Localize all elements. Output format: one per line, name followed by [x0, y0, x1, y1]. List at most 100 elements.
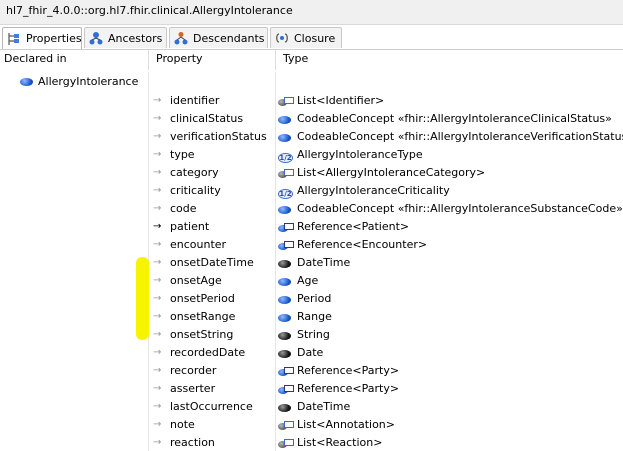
property-name: onsetPeriod: [170, 292, 235, 305]
window-titlebar: hl7_fhir_4.0.0::org.hl7.fhir.clinical.Al…: [0, 0, 623, 25]
table-row[interactable]: → onsetRange Range: [152, 308, 622, 325]
property-type: Period: [297, 292, 332, 305]
primitive-icon: [278, 330, 294, 340]
table-row[interactable]: → clinicalStatus CodeableConcept «fhir::Al…: [152, 110, 622, 127]
arrow-icon: →: [153, 113, 162, 124]
class-icon: [278, 114, 294, 124]
arrow-icon: →: [153, 257, 162, 268]
arrow-icon: →: [153, 329, 162, 340]
table-row[interactable]: → asserter Reference<Party>: [152, 380, 622, 397]
ancestors-icon: [89, 31, 103, 45]
arrow-icon: →: [153, 401, 162, 412]
properties-icon: [7, 32, 21, 46]
column-divider[interactable]: [275, 50, 276, 70]
property-type: Reference<Party>: [297, 382, 400, 395]
column-header-type[interactable]: Type: [283, 52, 308, 72]
table-row[interactable]: → criticality 1/2 AllergyIntoleranceCritica…: [152, 182, 622, 199]
table-row[interactable]: → recorder Reference<Party>: [152, 362, 622, 379]
arrow-icon: →: [153, 131, 162, 142]
property-type: List<AllergyIntoleranceCategory>: [297, 166, 486, 179]
property-name: recordedDate: [170, 346, 246, 359]
property-name: asserter: [170, 382, 216, 395]
table-row[interactable]: → note List<Annotation>: [152, 416, 622, 433]
descendants-icon: [174, 31, 188, 45]
window-title: hl7_fhir_4.0.0::org.hl7.fhir.clinical.Al…: [6, 4, 293, 17]
tab-properties[interactable]: Properties: [2, 27, 82, 49]
tab-bar: Properties Ancestors Descendants Closure: [0, 27, 623, 50]
tab-descendants[interactable]: Descendants: [169, 27, 268, 48]
arrow-icon: →: [153, 221, 162, 232]
table-row[interactable]: → onsetString String: [152, 326, 622, 343]
property-type: Reference<Patient>: [297, 220, 410, 233]
property-name: onsetDateTime: [170, 256, 254, 269]
arrow-icon: →: [153, 149, 162, 160]
tab-properties-label: Properties: [26, 32, 82, 45]
property-name: category: [170, 166, 219, 179]
reference-icon: [278, 222, 294, 232]
table-row[interactable]: → lastOccurrence DateTime: [152, 398, 622, 415]
list-arrow-icon: →: [153, 419, 161, 430]
tab-closure[interactable]: Closure: [270, 27, 342, 48]
arrow-icon: →: [153, 185, 162, 196]
table-row[interactable]: → reaction List<Reaction>: [152, 434, 622, 451]
property-name: onsetRange: [170, 310, 236, 323]
list-arrow-icon: →: [153, 437, 161, 448]
table-row[interactable]: → onsetAge Age: [152, 272, 622, 289]
enum-icon: 1/2: [278, 153, 293, 163]
property-type: CodeableConcept «fhir::AllergyIntoleranc…: [297, 202, 623, 215]
property-name: type: [170, 148, 195, 161]
list-icon: [278, 96, 294, 106]
arrow-icon: →: [153, 293, 162, 304]
property-name: lastOccurrence: [170, 400, 253, 413]
column-header-property[interactable]: Property: [156, 52, 203, 72]
class-icon: [278, 132, 294, 142]
reference-icon: [278, 384, 294, 394]
property-type: Age: [297, 274, 319, 287]
primitive-icon: [278, 402, 294, 412]
list-icon: [278, 438, 294, 448]
primitive-icon: [278, 348, 294, 358]
table-row[interactable]: → onsetDateTime DateTime: [152, 254, 622, 271]
property-type: DateTime: [297, 400, 351, 413]
table-row[interactable]: → identifier List<Identifier>: [152, 92, 622, 109]
property-type: DateTime: [297, 256, 351, 269]
tab-ancestors[interactable]: Ancestors: [84, 27, 167, 48]
property-type: Reference<Encounter>: [297, 238, 428, 251]
arrow-icon: →: [153, 383, 162, 394]
class-icon: [278, 312, 294, 322]
arrow-icon: →: [153, 311, 162, 322]
tab-closure-label: Closure: [294, 31, 336, 45]
arrow-icon: →: [153, 239, 162, 250]
primitive-icon: [278, 258, 294, 268]
property-type: CodeableConcept «fhir::AllergyIntoleranc…: [297, 130, 623, 143]
table-row[interactable]: → patient Reference<Patient>: [152, 218, 622, 235]
property-name: recorder: [170, 364, 217, 377]
column-divider[interactable]: [148, 50, 149, 70]
property-name: encounter: [170, 238, 227, 251]
property-name: code: [170, 202, 197, 215]
property-type: List<Identifier>: [297, 94, 385, 107]
property-name: identifier: [170, 94, 220, 107]
declared-in-item[interactable]: AllergyIntolerance: [20, 75, 138, 88]
list-arrow-icon: →: [153, 95, 161, 106]
tab-ancestors-label: Ancestors: [108, 31, 163, 45]
list-arrow-icon: →: [153, 167, 161, 178]
table-row[interactable]: → encounter Reference<Encounter>: [152, 236, 622, 253]
property-name: verificationStatus: [170, 130, 267, 143]
reference-icon: [278, 240, 294, 250]
property-type: List<Reaction>: [297, 436, 383, 449]
list-icon: [278, 168, 294, 178]
table-row[interactable]: → code CodeableConcept «fhir::AllergyIntol…: [152, 200, 623, 217]
column-header-declared-in[interactable]: Declared in: [4, 52, 67, 72]
table-row[interactable]: → recordedDate Date: [152, 344, 622, 361]
property-type: Date: [297, 346, 324, 359]
table-row[interactable]: → onsetPeriod Period: [152, 290, 622, 307]
closure-icon: [275, 31, 289, 45]
arrow-icon: →: [153, 365, 162, 376]
table-row[interactable]: → verificationStatus CodeableConcept «fhir…: [152, 128, 623, 145]
table-row[interactable]: → type 1/2 AllergyIntoleranceType: [152, 146, 622, 163]
class-icon: [20, 77, 33, 86]
arrow-icon: →: [153, 347, 162, 358]
property-name: clinicalStatus: [170, 112, 244, 125]
table-row[interactable]: → category List<AllergyIntoleranceCategory…: [152, 164, 622, 181]
